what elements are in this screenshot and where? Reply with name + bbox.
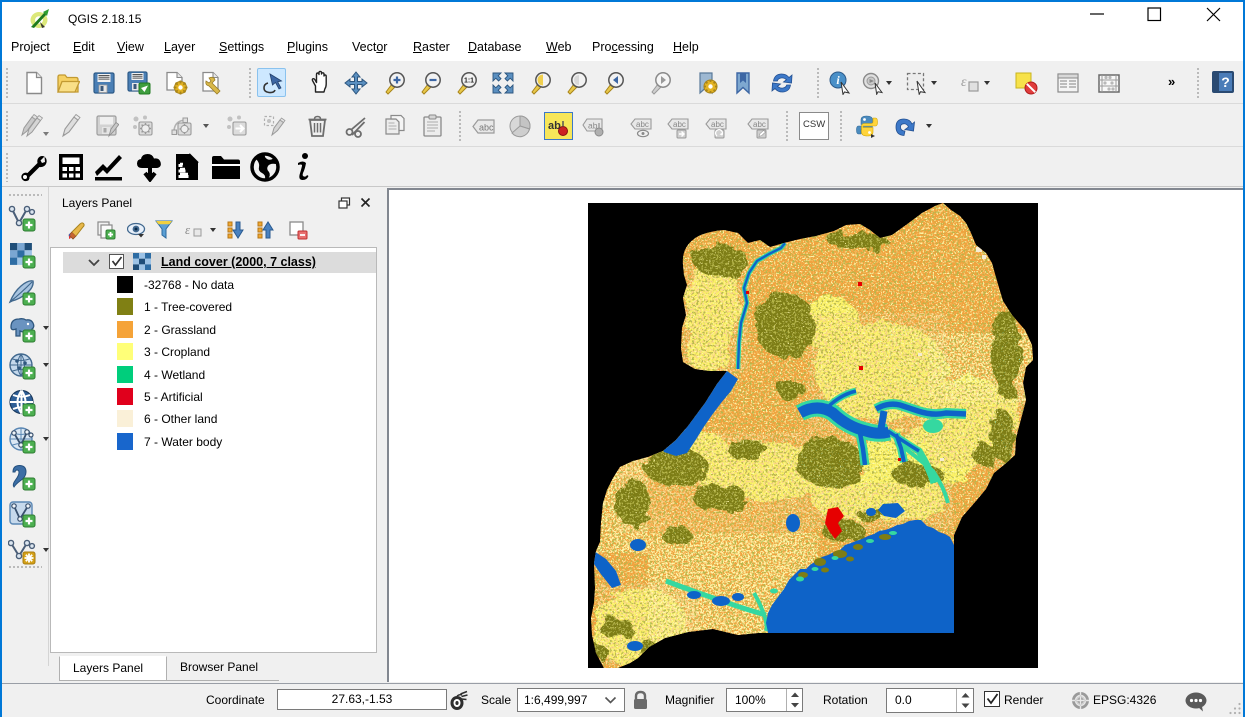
svg-text:ε: ε	[961, 75, 967, 90]
svg-text:1:1: 1:1	[464, 78, 474, 85]
svg-text:abc: abc	[673, 120, 686, 129]
svg-text:abc: abc	[753, 120, 766, 129]
svg-text:abc: abc	[479, 123, 494, 133]
svg-text:abc: abc	[711, 120, 724, 129]
svg-text:?: ?	[1221, 74, 1230, 90]
svg-text:abc: abc	[636, 120, 649, 129]
svg-text:ε: ε	[185, 222, 191, 237]
